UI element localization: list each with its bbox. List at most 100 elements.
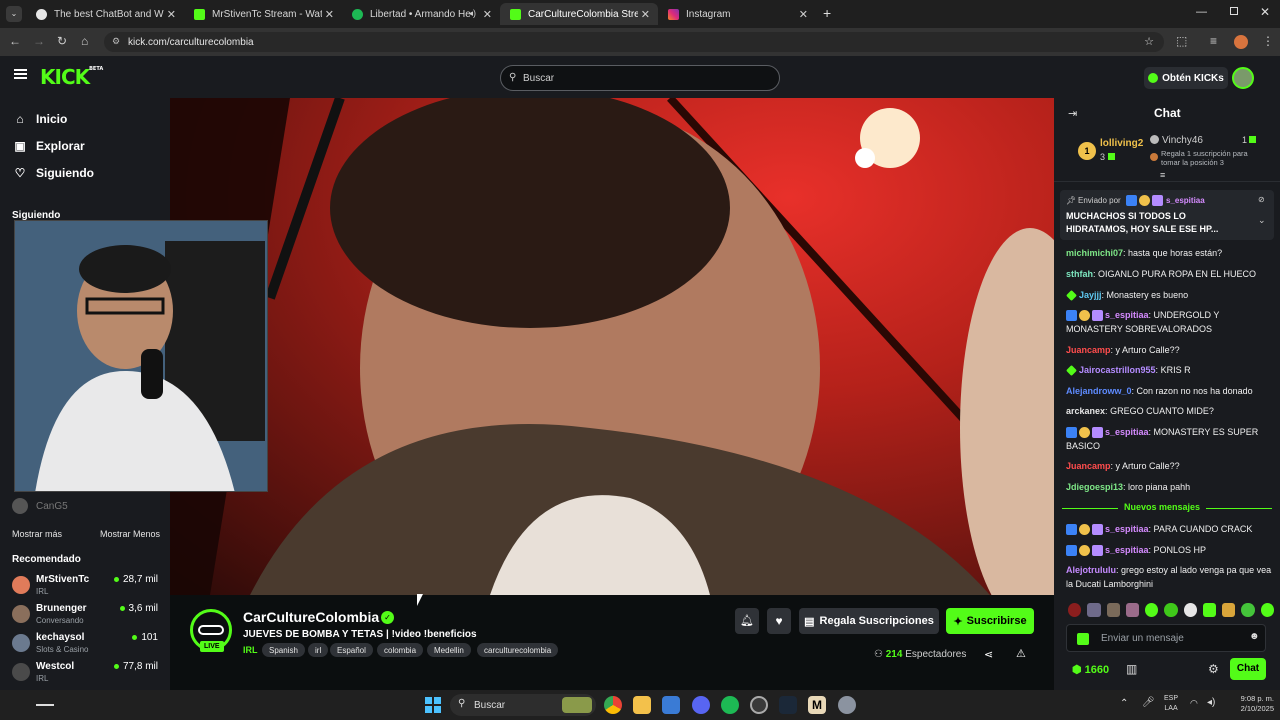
notifications-button[interactable]: 🔔︎ (735, 608, 759, 634)
emote-icon[interactable] (1164, 603, 1178, 617)
volume-icon[interactable]: ◂) (1207, 697, 1215, 708)
windows-start-icon[interactable] (425, 697, 441, 713)
browser-tab[interactable]: Libertad • Armando Hernan ◂) ✕ (342, 3, 500, 25)
chat-message[interactable]: Jdiegoespi13: loro piana pahh (1066, 480, 1272, 494)
tag-chip[interactable]: Español (330, 643, 373, 657)
webcam-overlay[interactable] (14, 220, 268, 492)
show-less-button[interactable]: Mostrar Menos (100, 529, 160, 539)
collapse-chat-icon[interactable]: ⇥ (1068, 107, 1077, 120)
tray-chevron-icon[interactable]: ⌃ (1120, 698, 1128, 709)
steam-icon[interactable] (779, 696, 797, 714)
chrome-icon[interactable] (604, 696, 622, 714)
subscribe-button[interactable]: ✦ Suscribirse (946, 608, 1034, 634)
chat-message[interactable]: sthfah: OIGANLO PURA ROPA EN EL HUECO (1066, 267, 1272, 281)
extensions-icon[interactable]: ⬚ (1176, 34, 1187, 48)
taskbar-search-input[interactable]: ⚲ Buscar (450, 694, 596, 716)
discord-icon[interactable] (692, 696, 710, 714)
emote-icon[interactable] (1125, 603, 1140, 617)
address-bar[interactable]: ⚙ kick.com/carculturecolombia ☆ (104, 32, 1164, 52)
recommended-channel[interactable]: Westcol IRL 77,8 mil (12, 661, 162, 685)
bookmark-star-icon[interactable]: ☆ (1144, 35, 1154, 48)
expand-leaderboard-icon[interactable]: ≡ (1160, 170, 1165, 180)
chat-message[interactable]: s_espitiaa: PONLOS HP (1066, 543, 1272, 557)
chat-message[interactable]: Alejandroww_0: Con razon no nos ha donad… (1066, 384, 1272, 398)
tag-chip[interactable]: Spanish (262, 643, 305, 657)
share-icon[interactable]: ⋖ (984, 648, 993, 661)
kick-logo[interactable]: KICKBETA (40, 65, 103, 89)
emote-icon[interactable] (1183, 603, 1197, 617)
recommended-channel[interactable]: Brunenger Conversando 3,6 mil (12, 603, 162, 627)
close-icon[interactable]: ✕ (641, 8, 650, 21)
sidebar-item-siguiendo[interactable]: ♡ Siguiendo (12, 166, 94, 180)
forward-icon[interactable]: → (33, 34, 45, 48)
user-avatar[interactable] (1232, 67, 1254, 89)
settings-gear-icon[interactable]: ⚙ (1208, 662, 1219, 676)
chat-message[interactable]: Juancamp: y Arturo Calle?? (1066, 459, 1272, 473)
recommended-channel[interactable]: MrStivenTc IRL 28,7 mil (12, 574, 162, 598)
emote-icon[interactable] (1260, 603, 1274, 617)
emote-icon[interactable] (1087, 603, 1101, 617)
chat-message[interactable]: arckanex: GREGO CUANTO MIDE? (1066, 404, 1272, 418)
speaker-icon[interactable]: ◂) (468, 8, 476, 19)
menu-kebab-icon[interactable]: ⋮ (1262, 34, 1274, 48)
app-icon[interactable] (750, 696, 768, 714)
minimize-icon[interactable]: — (1196, 6, 1207, 18)
close-icon[interactable]: ✕ (799, 8, 808, 21)
search-input[interactable]: ⚲ Buscar (500, 65, 780, 91)
chevron-down-icon[interactable]: ⌄ (1258, 215, 1266, 226)
show-more-button[interactable]: Mostrar más (12, 529, 62, 539)
recommended-channel[interactable]: kechaysol Slots & Casino 101 (12, 632, 162, 656)
emote-icon[interactable] (1202, 603, 1217, 617)
chat-message[interactable]: Jayjjj: Monastery es bueno (1066, 288, 1272, 302)
pinned-message[interactable]: 📌︎ Enviado por s_espitiaa ⊘ MUCHACHOS SI… (1060, 190, 1274, 240)
clock[interactable]: 9:08 p. m. 2/10/2025 (1224, 694, 1274, 714)
chat-message[interactable]: s_espitiaa: MONASTERY ES SUPER BASICO (1066, 425, 1272, 453)
chat-message[interactable]: s_espitiaa: UNDERGOLD Y MONASTERY SOBREV… (1066, 308, 1272, 336)
browser-tab[interactable]: Instagram ✕ (658, 3, 816, 25)
browser-tab-active[interactable]: CarCultureColombia Stream - W ✕ (500, 3, 658, 25)
tag-chip[interactable]: colombia (377, 643, 424, 657)
unpin-icon[interactable]: ⊘ (1258, 195, 1265, 204)
gift-shop-icon[interactable]: ▥ (1126, 662, 1137, 676)
tab-search-icon[interactable]: ⌄ (6, 6, 22, 22)
tag-chip[interactable]: carculturecolombia (477, 643, 559, 657)
chat-message[interactable]: michimichi07: hasta que horas están? (1066, 246, 1272, 260)
sidebar-item-inicio[interactable]: ⌂ Inicio (12, 112, 67, 126)
restore-icon[interactable] (1230, 7, 1238, 15)
microphone-icon[interactable]: 🎤︎ (1142, 697, 1155, 708)
emote-icon[interactable] (1068, 603, 1082, 617)
chat-message[interactable]: Juancamp: y Arturo Calle?? (1066, 343, 1272, 357)
hamburger-menu-icon[interactable] (14, 69, 27, 79)
new-tab-button[interactable]: + (823, 5, 831, 21)
report-icon[interactable]: ⚠ (1016, 647, 1026, 660)
emoji-picker-icon[interactable] (1077, 633, 1089, 645)
close-icon[interactable]: ✕ (167, 8, 176, 21)
reload-icon[interactable]: ↻ (57, 34, 67, 48)
site-info-icon[interactable]: ⚙ (112, 36, 120, 47)
send-chat-button[interactable]: Chat (1230, 658, 1266, 680)
following-item[interactable]: CanG5 (12, 498, 162, 516)
chat-message[interactable]: Alejotrululu: grego estoy al lado venga … (1066, 563, 1272, 591)
sidebar-item-explorar[interactable]: ▣ Explorar (12, 139, 84, 153)
smiley-icon[interactable]: ☻ (1249, 631, 1260, 642)
file-explorer-icon[interactable] (633, 696, 651, 714)
emote-icon[interactable] (1145, 603, 1159, 617)
home-browser-icon[interactable]: ⌂ (81, 34, 88, 48)
profile-avatar[interactable] (1234, 35, 1248, 49)
settings-app-icon[interactable] (838, 696, 856, 714)
store-icon[interactable] (662, 696, 680, 714)
language-indicator[interactable]: ESP LAA (1164, 694, 1178, 714)
tag-chip[interactable]: irl (308, 643, 329, 657)
get-kicks-button[interactable]: Obtén KICKs (1144, 67, 1228, 89)
close-window-icon[interactable]: ✕ (1260, 5, 1270, 19)
close-icon[interactable]: ✕ (325, 8, 334, 21)
channel-name[interactable]: CarCultureColombia (243, 609, 379, 625)
video-player[interactable] (170, 98, 1054, 595)
follow-button[interactable]: ♥ (767, 608, 791, 634)
channel-points[interactable]: ⬢ 1660 (1072, 663, 1109, 676)
back-icon[interactable]: ← (9, 34, 21, 48)
emote-icon[interactable] (1106, 603, 1120, 617)
browser-tab[interactable]: The best ChatBot and Widgets ✕ (26, 3, 184, 25)
m-app-icon[interactable]: M (808, 696, 826, 714)
browser-tab[interactable]: MrStivenTc Stream - Watch Live ✕ (184, 3, 342, 25)
